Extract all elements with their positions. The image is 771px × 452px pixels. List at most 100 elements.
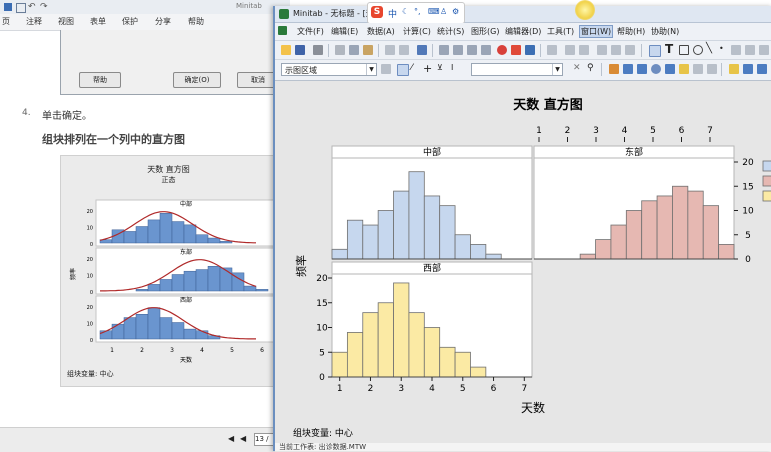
draw-tool-icon[interactable] — [611, 45, 621, 55]
menu-edit[interactable]: 编辑(E) — [331, 26, 358, 37]
histogram-bar — [610, 224, 627, 260]
help-scrollbar[interactable]: ◀ ◀ 13 / — [0, 427, 276, 452]
save-icon[interactable] — [16, 3, 26, 13]
help-menu-item[interactable]: 帮助 — [188, 16, 204, 27]
legend-swatch — [762, 175, 771, 187]
line-tool-icon[interactable]: ╲ — [706, 43, 712, 54]
menu-data[interactable]: 数据(A) — [367, 26, 395, 37]
panel-label: 西部 — [423, 262, 441, 274]
menu-graph[interactable]: 图形(G) — [471, 26, 499, 37]
add-icon[interactable] — [693, 64, 703, 74]
menu-help[interactable]: 帮助(H) — [617, 26, 645, 37]
histogram-bar — [595, 239, 612, 260]
text-tool-icon[interactable]: T — [665, 42, 673, 56]
redo-icon[interactable] — [399, 45, 409, 55]
search-icon[interactable]: ⚲ — [587, 63, 594, 73]
help-menu-item[interactable]: 保护 — [122, 16, 138, 27]
flag-icon[interactable]: Ⅰ — [451, 63, 453, 72]
undo-icon[interactable] — [385, 45, 395, 55]
recall-dialog-icon[interactable] — [417, 45, 427, 55]
ime-punct-icon[interactable]: °, — [414, 7, 421, 16]
add-icon[interactable] — [743, 64, 753, 74]
edit-icon[interactable] — [381, 64, 391, 74]
rectangle-tool-icon[interactable] — [679, 45, 689, 55]
polyline-tool-icon[interactable] — [745, 45, 755, 55]
ime-logo-icon[interactable]: S — [371, 6, 383, 18]
ime-moon-icon[interactable]: ☾ — [402, 7, 409, 16]
draw-line-icon[interactable] — [597, 45, 607, 55]
ime-mode-icon[interactable]: 中 — [388, 7, 397, 20]
ime-settings-icon[interactable]: ⚙ — [452, 7, 459, 16]
dialog-help-button[interactable]: 帮助 — [79, 72, 121, 88]
save-icon[interactable] — [295, 45, 305, 55]
insert-column-icon[interactable] — [467, 45, 477, 55]
menu-stat[interactable]: 统计(S) — [437, 26, 464, 37]
brush-icon[interactable] — [565, 45, 575, 55]
menu-file[interactable]: 文件(F) — [297, 26, 324, 37]
menu-window[interactable]: 窗口(W) — [579, 25, 614, 38]
copy-icon[interactable] — [349, 45, 359, 55]
graph-item-select[interactable]: ▼ — [471, 63, 563, 76]
open-icon[interactable] — [281, 45, 291, 55]
thumb-y-tick: 0 — [90, 242, 93, 248]
add-icon[interactable] — [623, 64, 633, 74]
chevron-down-icon[interactable]: ▼ — [366, 64, 376, 75]
select-tool-icon[interactable] — [649, 45, 661, 57]
more-tools-icon[interactable] — [759, 45, 769, 55]
info-icon[interactable] — [651, 64, 661, 74]
menu-editor[interactable]: 编辑器(D) — [505, 26, 541, 37]
add-icon[interactable] — [665, 64, 675, 74]
prev-icon[interactable]: ◀ — [240, 434, 246, 443]
ellipse-tool-icon[interactable] — [693, 45, 703, 55]
ime-keyboard-icon[interactable]: ⌨ — [428, 7, 440, 16]
thumb-bar — [243, 285, 257, 292]
set-id-icon[interactable] — [579, 45, 589, 55]
cut-icon[interactable] — [335, 45, 345, 55]
close-icon[interactable]: ✕ — [573, 63, 581, 73]
add-icon[interactable] — [679, 64, 689, 74]
move-columns-icon[interactable] — [481, 45, 491, 55]
paste-icon[interactable] — [363, 45, 373, 55]
prev-page-icon[interactable]: ◀ — [228, 434, 234, 443]
histogram-chart: 天数 直方图 1 2 3 4 5 6 7 中部 东部 0 5 10 15 20 西部 0 5 10 15 20 1 2 3 4 5… — [293, 97, 771, 439]
y-tick-label: 15 — [316, 299, 327, 309]
cancel-icon[interactable] — [497, 45, 507, 55]
select-tool-icon[interactable] — [397, 64, 409, 76]
insert-cell-icon[interactable] — [439, 45, 449, 55]
add-icon[interactable] — [707, 64, 717, 74]
brush-icon[interactable]: ⁄ — [411, 63, 413, 73]
undo-icon[interactable]: ↶ — [28, 2, 36, 12]
help-menu-item[interactable]: 视图 — [58, 16, 74, 27]
ime-toolbar[interactable]: S 中 ☾ °, ⌨ ♙ ⚙ — [367, 2, 465, 24]
dot-tool-icon[interactable]: • — [719, 44, 724, 53]
help-menu-item[interactable]: 分享 — [155, 16, 171, 27]
ime-user-icon[interactable]: ♙ — [440, 7, 447, 16]
edit-last-dialog-icon[interactable] — [547, 45, 557, 55]
graph-region-select[interactable]: 示图区域 ▼ — [281, 63, 377, 76]
add-icon[interactable] — [637, 64, 647, 74]
menu-tools[interactable]: 工具(T) — [547, 26, 574, 37]
help-icon[interactable] — [525, 45, 535, 55]
print-icon[interactable] — [313, 45, 323, 55]
help-menu-item[interactable]: 页 — [2, 16, 10, 27]
graph-window[interactable]: 天数 直方图 1 2 3 4 5 6 7 中部 东部 0 5 10 15 20 西部 0 5 10 15 20 1 2 3 4 5… — [275, 81, 771, 451]
add-icon[interactable] — [609, 64, 619, 74]
add-icon[interactable] — [729, 64, 739, 74]
insert-row-icon[interactable] — [453, 45, 463, 55]
thumb-bar — [147, 284, 161, 292]
polygon-tool-icon[interactable] — [731, 45, 741, 55]
find-icon[interactable] — [511, 45, 521, 55]
panel-label: 东部 — [625, 146, 643, 158]
zoom-tool-icon[interactable] — [625, 45, 635, 55]
dialog-ok-button[interactable]: 确定(O) — [173, 72, 221, 88]
crosshair-icon[interactable]: + — [423, 62, 432, 75]
add-icon[interactable] — [757, 64, 767, 74]
help-menu-item[interactable]: 表单 — [90, 16, 106, 27]
menu-calc[interactable]: 计算(C) — [403, 26, 431, 37]
redo-icon[interactable]: ↷ — [40, 2, 48, 12]
menu-assist[interactable]: 协助(N) — [651, 26, 679, 37]
help-window-titlebar: ↶ ↷ Minitab — [0, 0, 290, 15]
set-id-icon[interactable]: ⊻ — [437, 63, 443, 72]
help-menu-item[interactable]: 注释 — [26, 16, 42, 27]
chevron-down-icon[interactable]: ▼ — [552, 64, 562, 75]
